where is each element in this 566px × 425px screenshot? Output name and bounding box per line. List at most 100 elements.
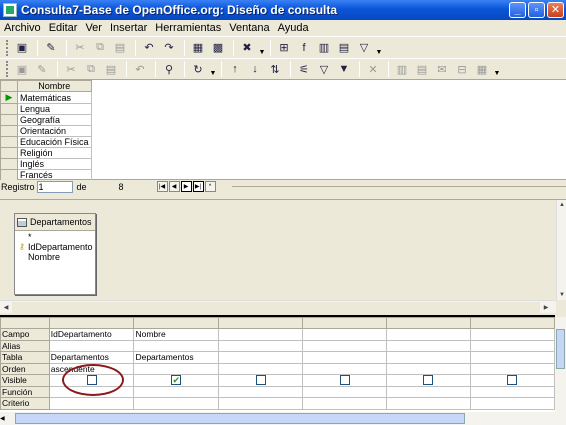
explorer-icon[interactable]: ▦ — [473, 60, 491, 78]
last-record-icon[interactable]: ▶| — [192, 181, 204, 192]
standard-filter-icon[interactable]: ▼ — [335, 60, 353, 78]
data-to-fields-icon[interactable]: ▤ — [413, 60, 431, 78]
grid-cell[interactable]: Francés — [17, 169, 92, 181]
grid-cell[interactable]: Orientación — [17, 125, 92, 137]
criterio-cell[interactable] — [133, 397, 220, 410]
record-number-input[interactable] — [36, 180, 73, 193]
criterio-cell[interactable] — [386, 397, 471, 410]
scroll-right-icon[interactable]: ▶ — [540, 301, 552, 313]
column-header[interactable] — [48, 317, 135, 329]
new-record-icon[interactable]: * — [204, 181, 216, 192]
orden-cell[interactable] — [218, 362, 304, 375]
tabla-cell[interactable] — [302, 351, 388, 364]
table-area-hscroll[interactable]: ◀ ▶ — [0, 300, 556, 313]
scroll-left-icon[interactable]: ◀ — [0, 301, 12, 313]
visible-checkbox[interactable]: ✔ — [171, 375, 182, 386]
column-header[interactable] — [386, 317, 471, 329]
column-header-nombre[interactable]: Nombre — [17, 80, 92, 92]
hscroll-thumb[interactable] — [12, 301, 540, 313]
remove-filter-icon[interactable]: ✕ — [364, 60, 382, 78]
campo-cell[interactable] — [218, 328, 304, 341]
menu-ver[interactable]: Ver — [85, 22, 102, 34]
minimize-button[interactable]: _ — [509, 2, 526, 18]
column-header[interactable] — [302, 317, 388, 329]
menu-ayuda[interactable]: Ayuda — [278, 22, 309, 34]
alias-cell[interactable] — [48, 339, 135, 352]
funcion-cell[interactable] — [133, 385, 220, 398]
campo-cell[interactable]: IdDepartamento — [48, 328, 135, 341]
menu-herramientas[interactable]: Herramientas — [155, 22, 221, 34]
edit-icon[interactable]: ✎ — [42, 39, 60, 57]
grid-row[interactable]: Inglés — [0, 158, 92, 170]
table-window-header[interactable]: Departamentos — [15, 214, 95, 231]
visible-checkbox[interactable] — [339, 375, 350, 386]
undo-icon[interactable]: ↶ — [140, 39, 158, 57]
orden-cell[interactable] — [133, 362, 220, 375]
grid-cell[interactable]: Inglés — [17, 158, 92, 170]
first-record-icon[interactable]: |◀ — [156, 181, 168, 192]
funcion-cell[interactable] — [302, 385, 388, 398]
table-window-departamentos[interactable]: Departamentos ⚷ * IdDepartamento Nombre — [14, 213, 96, 295]
copy-icon-2[interactable]: ⧉ — [82, 60, 100, 78]
data-to-text-icon[interactable]: ▥ — [393, 60, 411, 78]
visible-checkbox[interactable] — [423, 375, 434, 386]
menu-archivo[interactable]: Archivo — [4, 22, 41, 34]
grid-row[interactable]: Francés — [0, 169, 92, 181]
menu-insertar[interactable]: Insertar — [110, 22, 147, 34]
toolbar-dropdown-arrow-2[interactable]: ▼ — [375, 40, 383, 56]
alias-cell[interactable] — [386, 339, 471, 352]
visible-checkbox[interactable] — [255, 375, 266, 386]
grid-row[interactable]: ▶ Matemáticas — [0, 91, 92, 104]
design-view-icon[interactable]: ✖ — [238, 39, 256, 57]
field-all[interactable]: * — [28, 232, 95, 242]
alias-cell[interactable] — [302, 339, 388, 352]
grid-cell[interactable]: Lengua — [17, 103, 92, 115]
menu-editar[interactable]: Editar — [49, 22, 78, 34]
alias-cell[interactable] — [469, 339, 556, 352]
orden-cell[interactable] — [302, 362, 388, 375]
scroll-left-icon-2[interactable]: ◀ — [0, 415, 12, 422]
distinct-values-icon[interactable]: ▽ — [355, 39, 373, 57]
paste-icon-2[interactable]: ▤ — [102, 60, 120, 78]
cut-icon[interactable]: ✂ — [71, 39, 89, 57]
grid-row[interactable]: Lengua — [0, 103, 92, 115]
column-header[interactable] — [218, 317, 304, 329]
funcion-cell[interactable] — [218, 385, 304, 398]
design-grid-vscroll[interactable] — [555, 317, 566, 412]
funcion-cell[interactable] — [469, 385, 556, 398]
table-name-icon[interactable]: ▥ — [315, 39, 333, 57]
campo-cell[interactable] — [386, 328, 471, 341]
field-iddepartamento[interactable]: IdDepartamento — [28, 242, 95, 252]
column-header[interactable] — [133, 317, 220, 329]
menu-ventana[interactable]: Ventana — [229, 22, 269, 34]
grid-cell[interactable]: Religión — [17, 147, 92, 159]
tabla-cell[interactable]: Departamentos — [48, 351, 135, 364]
undo-icon-2[interactable]: ↶ — [131, 60, 149, 78]
grid-row[interactable]: Educación Física — [0, 136, 92, 148]
toolbar-grip-2[interactable] — [6, 61, 9, 77]
sort-icon[interactable]: ⇅ — [266, 60, 284, 78]
criterio-cell[interactable] — [302, 397, 388, 410]
design-grid-hscroll[interactable]: ◀ — [0, 412, 566, 425]
previous-record-icon[interactable]: ◀ — [168, 181, 180, 192]
criterio-cell[interactable] — [469, 397, 556, 410]
grid-cell[interactable]: Matemáticas — [17, 91, 92, 104]
tabla-cell[interactable] — [386, 351, 471, 364]
autofilter-icon[interactable]: ⚟ — [295, 60, 313, 78]
field-nombre[interactable]: Nombre — [28, 252, 95, 262]
grid-row[interactable]: Geografía — [0, 114, 92, 126]
grid-row[interactable]: Orientación — [0, 125, 92, 137]
alias-icon[interactable]: ▤ — [335, 39, 353, 57]
criterio-cell[interactable] — [48, 397, 135, 410]
toolbar-dropdown-arrow[interactable]: ▼ — [258, 40, 266, 56]
tabla-cell[interactable]: Departamentos — [133, 351, 220, 364]
redo-icon[interactable]: ↷ — [160, 39, 178, 57]
sort-descending-icon[interactable]: ↓ — [246, 60, 264, 78]
sort-ascending-icon[interactable]: ↑ — [226, 60, 244, 78]
toolbar-dropdown-arrow-3[interactable]: ▼ — [493, 61, 501, 77]
apply-filter-icon[interactable]: ▽ — [315, 60, 333, 78]
table-area-vscroll[interactable]: ▲ ▼ — [556, 200, 566, 300]
refresh-dropdown-arrow[interactable]: ▼ — [209, 61, 217, 77]
mail-merge-icon[interactable]: ✉ — [433, 60, 451, 78]
edit-data-icon[interactable]: ✎ — [33, 60, 51, 78]
